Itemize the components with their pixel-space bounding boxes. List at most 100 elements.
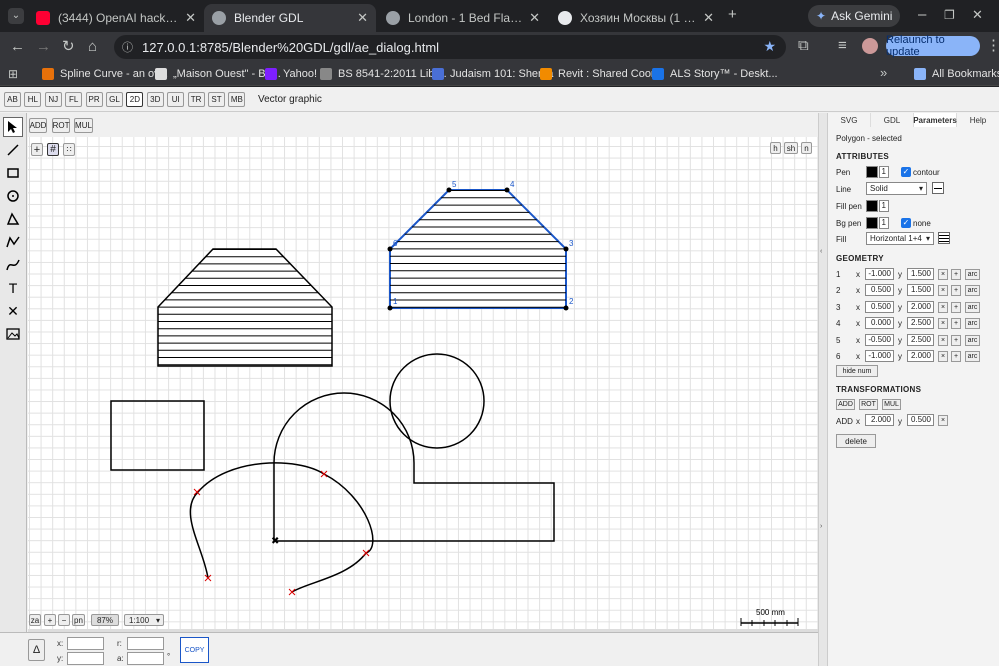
new-tab-icon[interactable]: + — [728, 7, 737, 23]
minimize-icon[interactable]: – — [918, 7, 926, 23]
remove-vertex-button[interactable]: × — [938, 269, 948, 280]
arc-button[interactable]: arc — [965, 269, 980, 280]
tab-gdl[interactable]: GDL — [871, 113, 914, 127]
browser-tab-3[interactable]: Хозяин Москвы (1 сезон) смот ✕ — [550, 4, 722, 32]
pan-button[interactable]: pn — [72, 614, 85, 626]
close-icon[interactable]: ✕ — [703, 10, 714, 26]
bookmark-star-icon[interactable]: ★ — [763, 38, 776, 55]
tab-help[interactable]: Help — [957, 113, 999, 127]
window-close-icon[interactable]: ✕ — [972, 7, 983, 23]
vertex-handle[interactable] — [504, 187, 510, 193]
bookmark-5[interactable]: Revit : Shared Coor... — [540, 66, 663, 82]
fill-preview-icon[interactable] — [938, 232, 950, 244]
vertex-y-input[interactable]: 2.000 — [907, 350, 934, 362]
add-remove-button[interactable]: × — [938, 415, 948, 426]
rot-button[interactable]: ROT — [52, 118, 70, 133]
back-icon[interactable]: ← — [10, 39, 25, 55]
insert-vertex-button[interactable]: + — [951, 318, 961, 330]
vertex-handle[interactable] — [563, 246, 569, 252]
bookmark-1[interactable]: „Maison Ouest" - Be... — [155, 66, 281, 82]
vertex-handle[interactable] — [446, 187, 452, 193]
y-coordinate-input[interactable] — [67, 652, 104, 665]
drawing-canvas[interactable]: + # ∷ h sh n 1 2 3 4 5 6 ✖ 500 mm za + −… — [28, 137, 818, 629]
remove-vertex-button[interactable]: × — [938, 334, 948, 346]
transform-mul-button[interactable]: MUL — [882, 399, 901, 410]
circle-tool-icon[interactable] — [3, 186, 23, 206]
url-field[interactable]: ⓘ 127.0.0.1:8785/Blender%20GDL/gdl/ae_di… — [114, 35, 786, 59]
menu-icon[interactable]: ⋮ — [986, 38, 999, 54]
bg-pen-number-input[interactable]: 1 — [879, 217, 889, 229]
more-bookmarks-icon[interactable]: » — [880, 65, 887, 81]
hide-num-button[interactable]: hide num — [836, 365, 878, 377]
vertex-y-input[interactable]: 2.500 — [907, 317, 934, 330]
restore-icon[interactable]: ❐ — [944, 7, 955, 23]
relaunch-button[interactable]: Relaunch to update — [886, 34, 980, 58]
angle-input[interactable] — [127, 652, 164, 665]
insert-vertex-button[interactable]: + — [951, 351, 961, 362]
reload-icon[interactable]: ↻ — [62, 39, 75, 55]
bookmark-0[interactable]: Spline Curve - an ov... — [42, 66, 168, 82]
remove-vertex-button[interactable]: × — [938, 301, 948, 313]
polyline-tool-icon[interactable] — [3, 232, 23, 252]
rectangle-shape[interactable] — [110, 400, 205, 471]
arc-button[interactable]: arc — [965, 318, 980, 330]
transform-rot-button[interactable]: ROT — [859, 399, 878, 410]
arc-shape[interactable] — [273, 392, 555, 542]
vertex-x-input[interactable]: -0.500 — [865, 333, 894, 346]
site-info-icon[interactable]: ⓘ — [122, 39, 133, 55]
add-x-input[interactable]: 2.000 — [865, 414, 894, 426]
media-controls-icon[interactable]: ≡ — [838, 38, 847, 54]
scale-select[interactable]: 1:100 ▾ — [124, 614, 164, 626]
vertex-x-input[interactable]: 0.500 — [865, 300, 894, 313]
line-tool-icon[interactable] — [3, 140, 23, 160]
remove-vertex-button[interactable]: × — [938, 318, 948, 330]
arc-button[interactable]: arc — [965, 301, 980, 313]
browser-tab-0[interactable]: (3444) OpenAI hacked, Jev, Goo ✕ — [28, 4, 204, 32]
line-type-select[interactable]: Solid ▾ — [866, 182, 927, 195]
mul-button[interactable]: MUL — [74, 118, 93, 133]
pen-number-input[interactable]: 1 — [879, 166, 889, 178]
close-icon[interactable]: ✕ — [529, 10, 540, 26]
browser-tab-1[interactable]: Blender GDL ✕ — [204, 4, 376, 32]
contour-checkbox[interactable]: ✓ — [901, 167, 911, 177]
collapse-right-icon[interactable]: › — [820, 523, 822, 530]
bookmark-6[interactable]: ALS Story™ - Deskt... — [652, 66, 778, 82]
insert-vertex-button[interactable]: + — [951, 301, 961, 313]
arc-button[interactable]: arc — [965, 334, 980, 346]
forward-icon[interactable]: → — [36, 39, 51, 55]
arc-button[interactable]: arc — [965, 285, 980, 297]
mode-button-tr[interactable]: TR — [187, 92, 205, 107]
delete-tool-icon[interactable]: ✕ — [3, 301, 23, 321]
pen-color-swatch[interactable] — [866, 166, 878, 178]
selected-polygon[interactable]: 1 2 3 4 5 6 — [387, 180, 575, 311]
bookmark-3[interactable]: BS 8541-2:2011 Libr... — [320, 66, 447, 82]
vertex-handle[interactable] — [387, 305, 393, 311]
transform-add-button[interactable]: ADD — [836, 399, 855, 410]
bookmark-4[interactable]: Judaism 101: Shema — [432, 66, 553, 82]
fill-pen-swatch[interactable] — [866, 200, 878, 212]
fill-type-select[interactable]: Horizontal 1+4 ▾ — [866, 232, 934, 245]
mode-button-gl[interactable]: GL — [106, 92, 123, 107]
ask-gemini-button[interactable]: ✦ Ask Gemini — [808, 5, 900, 27]
vertex-x-input[interactable]: -1.000 — [865, 350, 894, 362]
collapse-left-icon[interactable]: ‹ — [820, 248, 822, 255]
insert-vertex-button[interactable]: + — [951, 285, 961, 297]
close-icon[interactable]: ✕ — [185, 10, 196, 26]
vertex-y-input[interactable]: 1.500 — [907, 268, 934, 280]
mode-button-fl[interactable]: FL — [65, 92, 83, 107]
delta-toggle-button[interactable]: Δ — [28, 639, 45, 661]
radius-input[interactable] — [127, 637, 164, 650]
tab-parameters[interactable]: Parameters — [913, 113, 957, 127]
zoom-out-button[interactable]: − — [58, 614, 70, 626]
arc-button[interactable]: arc — [965, 351, 980, 362]
circle-shape[interactable] — [389, 353, 485, 449]
hatched-hexagon[interactable] — [157, 248, 333, 367]
add-button[interactable]: ADD — [29, 118, 47, 133]
polygon-tool-icon[interactable] — [3, 209, 23, 229]
mode-button-3d[interactable]: 3D — [146, 92, 164, 107]
extensions-icon[interactable]: ⧉ — [798, 38, 809, 54]
vertex-x-input[interactable]: -1.000 — [865, 268, 894, 280]
none-checkbox[interactable]: ✓ — [901, 218, 911, 228]
select-arrow-icon[interactable] — [3, 117, 23, 137]
vertex-x-input[interactable]: 0.500 — [865, 284, 894, 297]
